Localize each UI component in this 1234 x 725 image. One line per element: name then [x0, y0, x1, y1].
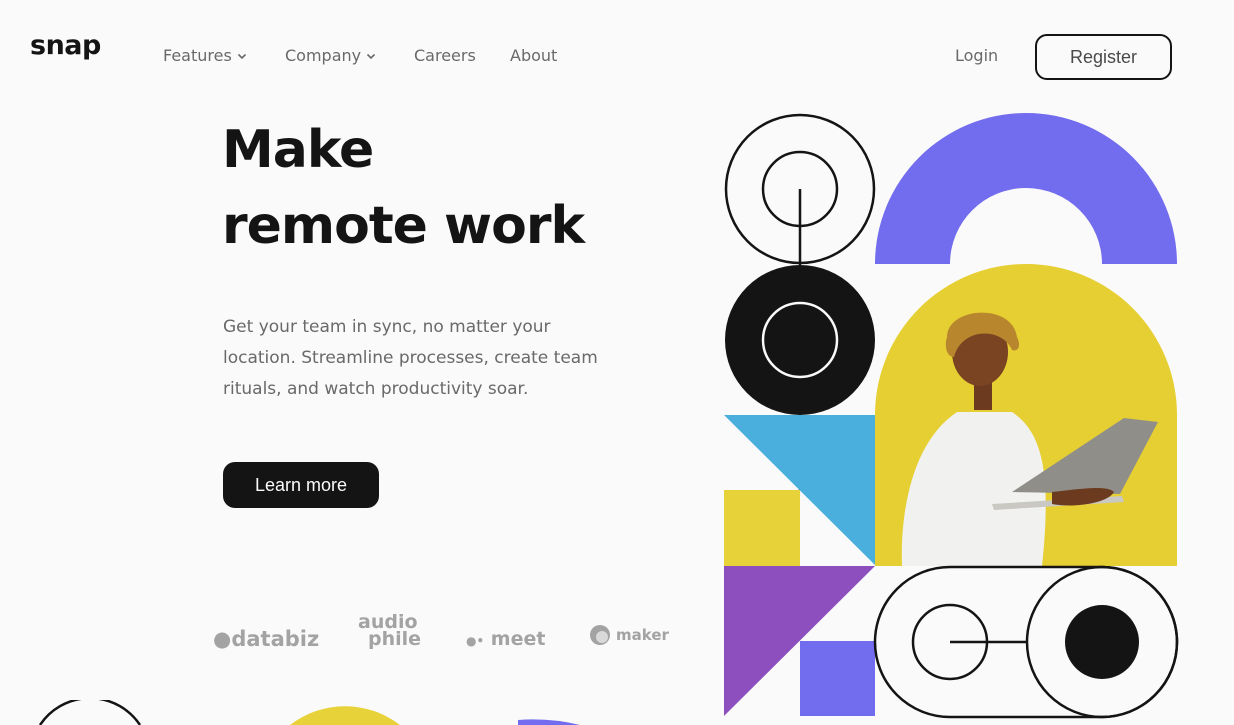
partial-yellow-shape — [290, 706, 400, 725]
nav-item-label: About — [510, 46, 558, 65]
photo-person-laptop — [875, 264, 1177, 566]
learn-more-button[interactable]: Learn more — [223, 462, 379, 508]
audiophile-logo-text: phile — [368, 628, 422, 650]
register-button[interactable]: Register — [1035, 34, 1172, 80]
audiophile-logo: audio phile — [358, 613, 422, 650]
bottom-decoration — [38, 700, 580, 725]
meet-dots: ●• — [466, 634, 485, 648]
databiz-logo-text: databiz — [231, 627, 320, 651]
hero-illustration — [724, 113, 1179, 719]
black-circle-icon — [725, 265, 875, 415]
databiz-logo: ●databiz — [213, 627, 319, 651]
purple-arch — [875, 113, 1177, 264]
maker-logo-text: maker — [616, 626, 669, 644]
nav-item-company[interactable]: Company — [285, 46, 376, 65]
hero-title: Make remote work — [222, 112, 585, 264]
meet-logo: ●• meet — [466, 628, 545, 650]
nav-item-label: Features — [163, 46, 232, 65]
nav-item-careers[interactable]: Careers — [414, 46, 476, 65]
chevron-down-icon — [367, 53, 376, 59]
hero-title-line: remote work — [222, 196, 585, 256]
maker-icon — [590, 625, 610, 645]
nav-item-features[interactable]: Features — [163, 46, 247, 65]
chevron-down-icon — [237, 53, 246, 59]
yellow-square — [724, 490, 800, 566]
nav-item-label: Company — [285, 46, 362, 65]
login-link[interactable]: Login — [955, 46, 998, 65]
maker-logo: maker — [589, 624, 669, 646]
nav-item-label: Careers — [414, 46, 476, 65]
pill-shape-icon — [873, 565, 1179, 719]
brand-logo[interactable]: snap — [30, 30, 101, 61]
hero-title-line: Make — [222, 120, 374, 180]
partial-purple-shape — [518, 719, 580, 725]
hero-description: Get your team in sync, no matter your lo… — [223, 317, 598, 399]
partial-circle-icon — [38, 700, 142, 725]
nav-item-about[interactable]: About — [510, 46, 557, 65]
meet-logo-text: meet — [490, 628, 546, 650]
databiz-dot: ● — [213, 627, 232, 651]
